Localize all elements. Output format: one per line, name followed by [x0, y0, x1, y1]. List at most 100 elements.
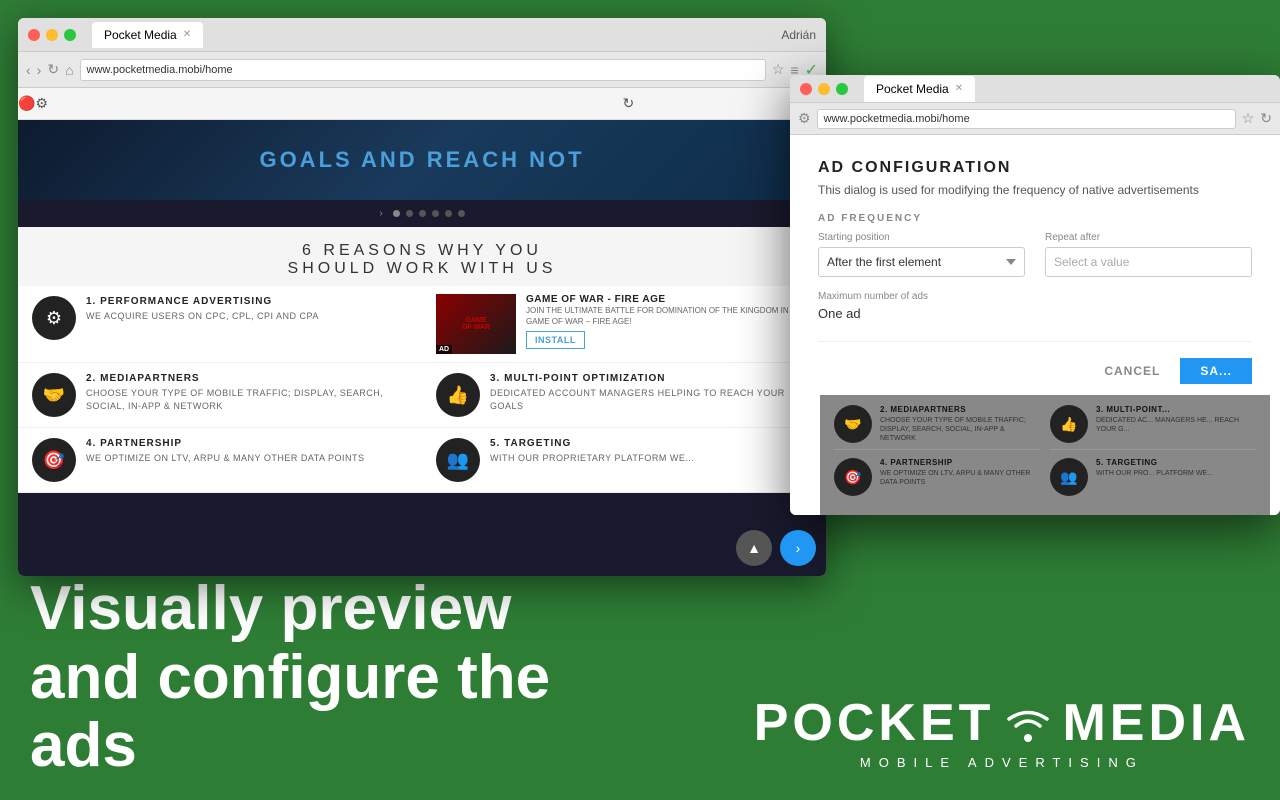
b2-card-partnership: 🎯 4. PARTNERSHIP WE OPTIMIZE ON LTV, ARP…: [834, 458, 1040, 496]
starting-position-label: Starting position: [818, 232, 1025, 243]
minimize-button[interactable]: [46, 29, 58, 41]
dialog-title: AD CONFIGURATION: [818, 159, 1252, 177]
dots-navigation: ›: [18, 200, 826, 227]
performance-text: 1. PERFORMANCE ADVERTISING WE ACQUIRE US…: [86, 296, 319, 323]
b2-reload-button[interactable]: ↻: [1260, 110, 1272, 127]
mediapartners-icon: 🤝: [32, 373, 76, 417]
cancel-button[interactable]: CANCEL: [1092, 358, 1172, 384]
b2-bookmark-icon[interactable]: ☆: [1242, 110, 1255, 127]
dot-3[interactable]: [419, 210, 426, 217]
b2-targeting-icon: 👥: [1050, 458, 1088, 496]
bookmark-button[interactable]: ☆: [772, 61, 785, 78]
repeat-after-label: Repeat after: [1045, 232, 1252, 243]
partnership-icon: 🎯: [32, 438, 76, 482]
next-button[interactable]: ›: [780, 530, 816, 566]
mediapartners-title: 2. MEDIAPARTNERS: [86, 373, 408, 384]
dialog-buttons: CANCEL SA...: [818, 341, 1252, 384]
browser2-toolbar: ⚙ www.pocketmedia.mobi/home ☆ ↻: [790, 103, 1280, 135]
b2-address-bar[interactable]: www.pocketmedia.mobi/home: [817, 109, 1236, 129]
ad-title: GAME OF WAR - FIRE AGE: [526, 294, 812, 305]
starting-position-select[interactable]: After the first element: [818, 247, 1025, 277]
save-button[interactable]: SA...: [1180, 358, 1252, 384]
multipoint-desc: DEDICATED ACCOUNT MANAGERS HELPING TO RE…: [490, 387, 812, 412]
b2-minimize-button[interactable]: [818, 83, 830, 95]
card-multipoint: 👍 3. MULTI-POINT OPTIMIZATION DEDICATED …: [422, 363, 826, 428]
dialog-section-label: AD FREQUENCY: [818, 213, 1252, 224]
dot-2[interactable]: [406, 210, 413, 217]
url-text: www.pocketmedia.mobi/home: [87, 64, 233, 76]
b2-multipoint-title: 3. MULTI-POINT...: [1096, 405, 1256, 414]
multipoint-text: 3. MULTI-POINT OPTIMIZATION DEDICATED AC…: [490, 373, 812, 412]
b2-url-text: www.pocketmedia.mobi/home: [824, 113, 970, 125]
browser2-titlebar: Pocket Media ✕: [790, 75, 1280, 103]
mediapartners-text: 2. MEDIAPARTNERS CHOOSE YOUR TYPE OF MOB…: [86, 373, 408, 412]
mediapartners-desc: CHOOSE YOUR TYPE OF MOBILE TRAFFIC; DISP…: [86, 387, 408, 412]
close-button[interactable]: [28, 29, 40, 41]
b2-cards-row-1: 🤝 2. MEDIAPARTNERS CHOOSE YOUR TYPE OF M…: [834, 405, 1256, 450]
b2-mediapartners-text: 2. MEDIAPARTNERS CHOOSE YOUR TYPE OF MOB…: [880, 405, 1040, 443]
dot-4[interactable]: [432, 210, 439, 217]
arrow-left-icon: ›: [379, 208, 382, 219]
b2-targeting-title: 5. TARGETING: [1096, 458, 1213, 467]
starting-position-field: Starting position After the first elemen…: [818, 232, 1025, 277]
extension-bar: 🔴 ⚙ ↻ ✓: [18, 88, 826, 120]
maximize-button[interactable]: [64, 29, 76, 41]
repeat-after-field: Repeat after Select a value: [1045, 232, 1252, 277]
tab-area: Pocket Media ✕: [92, 22, 775, 48]
hero-line1: Visually preview: [30, 575, 550, 643]
b2-close-button[interactable]: [800, 83, 812, 95]
b2-tab-label: Pocket Media: [876, 82, 949, 96]
ext-icon-reload[interactable]: ↻: [623, 95, 635, 112]
partnership-desc: WE OPTIMIZE ON LTV, ARPU & MANY OTHER DA…: [86, 452, 365, 465]
b2-partnership-icon: 🎯: [834, 458, 872, 496]
hero-line3: ads: [30, 712, 550, 780]
website-content: GOALS AND REACH NOT › 6 REASONS WHY YOUS…: [18, 120, 826, 576]
dialog-frequency-row: Starting position After the first elemen…: [818, 232, 1252, 277]
logo-text: POCKET MEDIA: [754, 693, 1250, 753]
ad-image: GAMEOF WAR AD: [436, 294, 516, 354]
partnership-text: 4. PARTNERSHIP WE OPTIMIZE ON LTV, ARPU …: [86, 438, 365, 465]
dot-5[interactable]: [445, 210, 452, 217]
scroll-up-button[interactable]: ▲: [736, 530, 772, 566]
b2-settings-icon[interactable]: ⚙: [798, 110, 811, 127]
tab-label: Pocket Media: [104, 28, 177, 42]
b2-card-mediapartners: 🤝 2. MEDIAPARTNERS CHOOSE YOUR TYPE OF M…: [834, 405, 1040, 450]
tab-close-button[interactable]: ✕: [183, 29, 191, 40]
repeat-after-select[interactable]: Select a value: [1045, 247, 1252, 277]
b2-tab-close-button[interactable]: ✕: [955, 83, 963, 94]
reload-button[interactable]: ↻: [47, 61, 59, 78]
browser1-tab[interactable]: Pocket Media ✕: [92, 22, 203, 48]
card-partnership: 🎯 4. PARTNERSHIP WE OPTIMIZE ON LTV, ARP…: [18, 428, 422, 493]
address-bar[interactable]: www.pocketmedia.mobi/home: [80, 59, 766, 81]
b2-partnership-text: 4. PARTNERSHIP WE OPTIMIZE ON LTV, ARPU …: [880, 458, 1040, 487]
b2-maximize-button[interactable]: [836, 83, 848, 95]
install-button[interactable]: INSTALL: [526, 331, 585, 349]
browser2-tab[interactable]: Pocket Media ✕: [864, 76, 975, 102]
partnership-title: 4. PARTNERSHIP: [86, 438, 365, 449]
browser-window-1: Pocket Media ✕ Adrián ‹ › ↻ ⌂ www.pocket…: [18, 18, 826, 576]
ad-content: GAME OF WAR - FIRE AGE JOIN THE ULTIMATE…: [526, 294, 812, 349]
home-button[interactable]: ⌂: [65, 62, 73, 78]
dot-6[interactable]: [458, 210, 465, 217]
ad-card: GAMEOF WAR AD GAME OF WAR - FIRE AGE JOI…: [422, 286, 826, 363]
b2-partnership-title: 4. PARTNERSHIP: [880, 458, 1040, 467]
b2-card-targeting: 👥 5. TARGETING WITH OUR PRO... PLATFORM …: [1050, 458, 1256, 496]
targeting-title: 5. TARGETING: [490, 438, 694, 449]
forward-button[interactable]: ›: [37, 62, 42, 78]
back-button[interactable]: ‹: [26, 62, 31, 78]
dot-1[interactable]: [393, 210, 400, 217]
browser1-titlebar: Pocket Media ✕ Adrián: [18, 18, 826, 52]
hero-title: GOALS AND REACH NOT: [259, 147, 584, 173]
performance-icon: ⚙: [32, 296, 76, 340]
b2-multipoint-desc: DEDICATED AC... MANAGERS HE... REACH YOU…: [1096, 416, 1256, 434]
multipoint-icon: 👍: [436, 373, 480, 417]
logo-part2: MEDIA: [1062, 693, 1250, 753]
dialog-subtitle: This dialog is used for modifying the fr…: [818, 183, 1252, 197]
ext-icon-settings[interactable]: ⚙: [35, 95, 48, 112]
logo-part1: POCKET: [754, 693, 995, 753]
repeat-after-placeholder: Select a value: [1054, 255, 1129, 269]
ext-icon-1: 🔴: [18, 95, 35, 112]
hero-section: GOALS AND REACH NOT: [18, 120, 826, 200]
reasons-title: 6 REASONS WHY YOUSHOULD WORK WITH US: [38, 242, 806, 278]
b2-multipoint-text: 3. MULTI-POINT... DEDICATED AC... MANAGE…: [1096, 405, 1256, 434]
